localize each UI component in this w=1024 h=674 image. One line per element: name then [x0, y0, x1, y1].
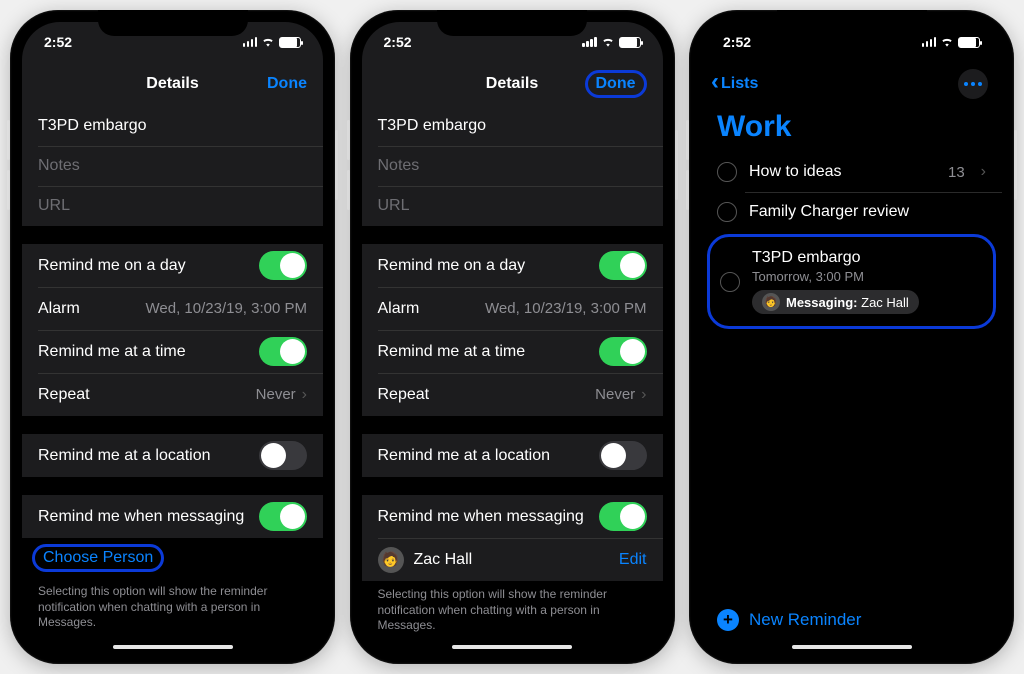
home-indicator[interactable] [792, 645, 912, 649]
back-button[interactable]: Lists [711, 74, 758, 94]
wifi-icon [261, 35, 275, 49]
avatar: 🧑 [762, 293, 780, 311]
battery-icon [958, 37, 980, 48]
content: T3PD embargo Notes URL Remind me on a da… [362, 106, 663, 639]
remind-day-row: Remind me on a day [22, 244, 323, 287]
reminder-item[interactable]: Family Charger review [701, 192, 1002, 232]
signal-icon [922, 37, 937, 47]
plus-icon: + [717, 609, 739, 631]
home-indicator[interactable] [113, 645, 233, 649]
battery-icon [619, 37, 641, 48]
title-field[interactable]: T3PD embargo [22, 106, 323, 146]
remind-location-toggle[interactable] [259, 441, 307, 470]
notes-field[interactable]: Notes [22, 146, 323, 186]
complete-circle[interactable] [717, 162, 737, 182]
edit-button[interactable]: Edit [619, 551, 647, 569]
status-time: 2:52 [723, 34, 751, 50]
choose-person-highlight: Choose Person [32, 544, 164, 572]
screen: 2:52 Details Done T3PD embargo Notes URL… [22, 22, 323, 652]
complete-circle[interactable] [717, 202, 737, 222]
repeat-row[interactable]: Repeat Never [362, 373, 663, 416]
status-time: 2:52 [44, 34, 72, 50]
notch [437, 10, 587, 36]
reminder-item[interactable]: How to ideas 13 [701, 152, 1002, 192]
avatar: 🧑 [378, 547, 404, 573]
url-field[interactable]: URL [362, 186, 663, 226]
done-button[interactable]: Done [267, 75, 307, 93]
remind-time-toggle[interactable] [259, 337, 307, 366]
help-text: Selecting this option will show the remi… [362, 581, 663, 634]
nav-title: Details [486, 75, 538, 93]
list-title: Work [701, 106, 1002, 152]
wifi-icon [940, 35, 954, 49]
person-name: Zac Hall [414, 551, 609, 569]
signal-icon [243, 37, 258, 47]
nav-bar: Details Done [22, 62, 323, 106]
nav-title: Details [146, 75, 198, 93]
remind-time-toggle[interactable] [599, 337, 647, 366]
alarm-row[interactable]: Alarm Wed, 10/23/19, 3:00 PM [22, 287, 323, 330]
remind-messaging-toggle[interactable] [599, 502, 647, 531]
chevron-right-icon [641, 386, 646, 402]
remind-time-row: Remind me at a time [22, 330, 323, 373]
content[interactable]: How to ideas 13 Family Charger review T3… [701, 152, 1002, 597]
repeat-row[interactable]: Repeat Never [22, 373, 323, 416]
nav-bar: Lists [701, 62, 1002, 106]
home-indicator[interactable] [452, 645, 572, 649]
remind-day-row: Remind me on a day [362, 244, 663, 287]
notch [777, 10, 927, 36]
chevron-left-icon [711, 74, 719, 94]
screen: 2:52 Lists Work How to ideas 13 [701, 22, 1002, 652]
status-icons [582, 35, 641, 49]
status-icons [243, 35, 302, 49]
remind-messaging-row: Remind me when messaging [362, 495, 663, 538]
signal-icon [582, 37, 597, 47]
phone-3: 2:52 Lists Work How to ideas 13 [689, 10, 1014, 664]
new-reminder-button[interactable]: + New Reminder [701, 597, 1002, 639]
screen: 2:52 Details Done T3PD embargo Notes URL… [362, 22, 663, 652]
reminder-item[interactable]: T3PD embargo Tomorrow, 3:00 PM 🧑 Messagi… [710, 239, 993, 324]
remind-time-row: Remind me at a time [362, 330, 663, 373]
phone-2: 2:52 Details Done T3PD embargo Notes URL… [350, 10, 675, 664]
chevron-right-icon [302, 386, 307, 402]
chevron-right-icon [981, 163, 986, 181]
url-field[interactable]: URL [22, 186, 323, 226]
more-button[interactable] [958, 69, 988, 99]
notch [98, 10, 248, 36]
notes-field[interactable]: Notes [362, 146, 663, 186]
reminder-highlight: T3PD embargo Tomorrow, 3:00 PM 🧑 Messagi… [707, 234, 996, 329]
content: T3PD embargo Notes URL Remind me on a da… [22, 106, 323, 639]
nav-bar: Details Done [362, 62, 663, 106]
remind-location-row: Remind me at a location [362, 434, 663, 477]
help-text: Selecting this option will show the remi… [22, 578, 323, 631]
remind-messaging-row: Remind me when messaging [22, 495, 323, 538]
wifi-icon [601, 35, 615, 49]
choose-person-button[interactable]: Choose Person [43, 549, 153, 566]
complete-circle[interactable] [720, 272, 740, 292]
done-button[interactable]: Done [585, 70, 647, 98]
phone-1: 2:52 Details Done T3PD embargo Notes URL… [10, 10, 335, 664]
remind-day-toggle[interactable] [259, 251, 307, 280]
person-row[interactable]: 🧑 Zac Hall Edit [362, 538, 663, 581]
remind-location-toggle[interactable] [599, 441, 647, 470]
remind-messaging-toggle[interactable] [259, 502, 307, 531]
status-time: 2:52 [384, 34, 412, 50]
alarm-row[interactable]: Alarm Wed, 10/23/19, 3:00 PM [362, 287, 663, 330]
battery-icon [279, 37, 301, 48]
remind-day-toggle[interactable] [599, 251, 647, 280]
subtask-count: 13 [948, 164, 965, 181]
title-field[interactable]: T3PD embargo [362, 106, 663, 146]
status-icons [922, 35, 981, 49]
messaging-pill: 🧑 Messaging: Zac Hall [752, 290, 919, 314]
remind-location-row: Remind me at a location [22, 434, 323, 477]
